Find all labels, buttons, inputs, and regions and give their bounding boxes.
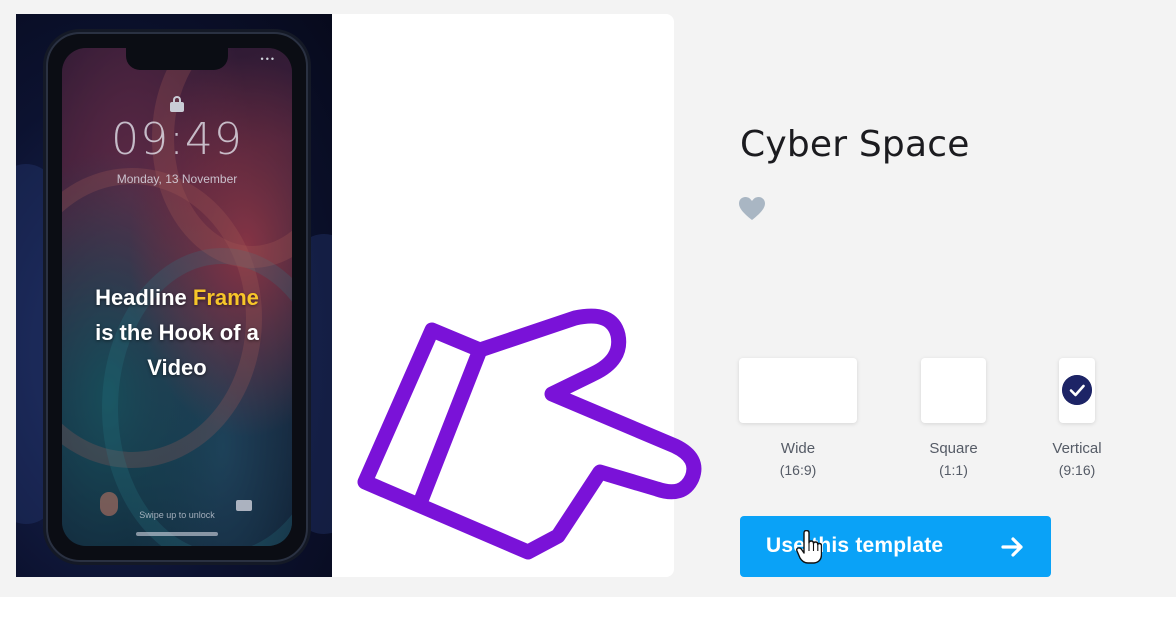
swipe-hint: Swipe up to unlock xyxy=(139,510,215,520)
use-template-button[interactable]: Use this template xyxy=(740,516,1051,577)
headline-part1: Headline xyxy=(95,285,193,310)
phone-mockup: ••• 09:49 Monday, 13 November Headline F… xyxy=(46,32,308,562)
lock-screen-time: 09:49 xyxy=(111,114,243,165)
format-option-vertical[interactable]: Vertical (9:16) xyxy=(1052,358,1102,480)
phone-notch xyxy=(126,48,228,70)
format-label: Square xyxy=(929,440,978,457)
home-indicator xyxy=(136,532,218,536)
headline-accent: Frame xyxy=(192,285,259,310)
lock-screen-date: Monday, 13 November xyxy=(116,172,238,186)
format-ratio: (1:1) xyxy=(939,462,968,478)
headline-text: Headline Frame is the Hook of a Video xyxy=(62,280,292,385)
heart-icon[interactable] xyxy=(738,196,766,222)
format-ratio: (16:9) xyxy=(779,462,817,478)
format-ratio: (9:16) xyxy=(1058,462,1096,478)
format-label: Wide xyxy=(780,440,816,457)
pointing-hand-icon xyxy=(357,308,702,560)
phone-screen: ••• 09:49 Monday, 13 November Headline F… xyxy=(62,48,292,546)
format-option-wide[interactable]: Wide (16:9) xyxy=(739,358,857,480)
check-icon xyxy=(1062,375,1092,405)
use-template-label: Use this template xyxy=(766,534,944,557)
headline-line3: Video xyxy=(147,355,207,380)
status-bar-icons: ••• xyxy=(260,54,276,64)
format-option-square[interactable]: Square (1:1) xyxy=(921,358,986,480)
format-preview-vertical xyxy=(1059,358,1095,423)
format-label: Vertical xyxy=(1052,440,1102,457)
hand-pointer-cursor-icon xyxy=(796,530,822,564)
template-preview[interactable]: ••• 09:49 Monday, 13 November Headline F… xyxy=(16,14,332,577)
arrow-right-icon xyxy=(1001,537,1023,557)
template-title: Cyber Space xyxy=(740,124,970,165)
lock-icon xyxy=(170,96,184,112)
format-preview-square xyxy=(921,358,986,423)
format-preview-wide xyxy=(739,358,857,423)
headline-line2: is the Hook of a xyxy=(95,320,259,345)
